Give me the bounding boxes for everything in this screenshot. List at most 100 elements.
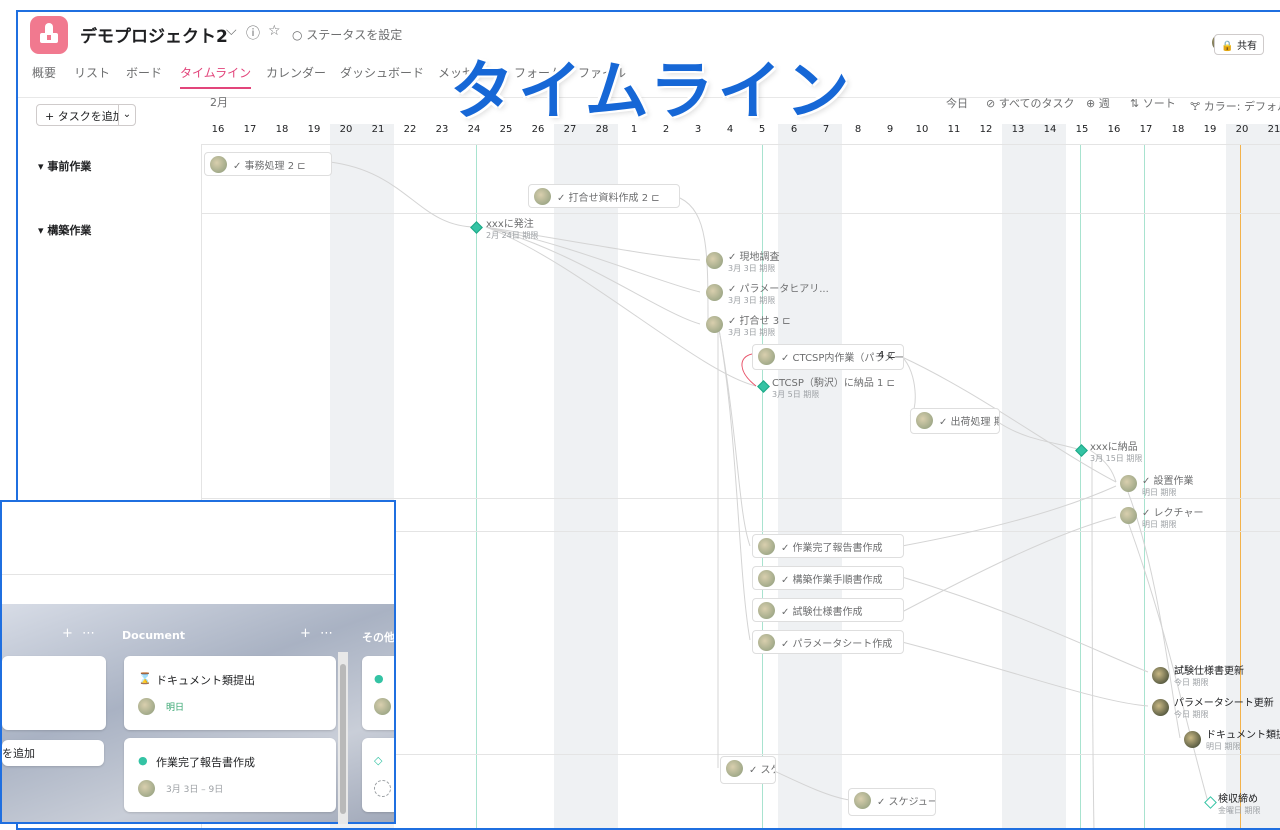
- section-name[interactable]: ▾ 事前作業: [38, 158, 91, 174]
- day-label: 21: [1267, 124, 1280, 135]
- day-label: 12: [979, 124, 993, 135]
- task-label: ✓ スケジュール（...: [877, 797, 936, 808]
- tab-timeline[interactable]: タイムライン: [180, 64, 252, 89]
- due-date: 今日 期限: [1174, 710, 1209, 719]
- tab-overview[interactable]: 概要: [32, 64, 56, 81]
- today-button[interactable]: 今日: [946, 95, 968, 111]
- task-label[interactable]: パラメータシート更新 今日 期限: [1174, 694, 1274, 720]
- avatar: [138, 780, 155, 797]
- task-card[interactable]: ●: [362, 656, 394, 730]
- card-title: 作業完了報告書作成: [156, 756, 255, 769]
- task-title: パラメータシート更新: [1174, 698, 1274, 709]
- overlay-caption: タイムライン: [450, 55, 854, 129]
- add-icon[interactable]: +: [300, 626, 311, 641]
- complete-check-icon[interactable]: ●: [374, 672, 384, 685]
- chevron-down-icon[interactable]: ⌵: [226, 23, 237, 39]
- scrollbar[interactable]: [338, 652, 348, 824]
- zoom-week-button[interactable]: ⊕ 週: [1086, 95, 1110, 111]
- day-label: 25: [499, 124, 513, 135]
- task-label: ✓ 打合せ資料作成 2 ⊏: [557, 193, 660, 204]
- task-bar[interactable]: ✓ 作業完了報告書作成: [752, 534, 904, 558]
- avatar: [1152, 667, 1169, 684]
- add-task-label: を追加: [2, 747, 35, 760]
- more-icon[interactable]: ⋯: [320, 626, 333, 641]
- task-card[interactable]: [2, 656, 106, 730]
- task-label[interactable]: ✓ 設置作業 明日 期限: [1142, 472, 1194, 498]
- task-label[interactable]: ✓ 現地調査 3月 3日 期限: [728, 248, 780, 274]
- due-date: 明日: [166, 703, 185, 713]
- chevron-down-icon: ▾: [38, 160, 48, 173]
- unassigned-avatar-icon[interactable]: [374, 780, 391, 797]
- add-task-button[interactable]: を追加: [2, 740, 104, 766]
- scrollbar-thumb[interactable]: [340, 664, 346, 814]
- milestone-icon[interactable]: ◇: [374, 754, 382, 767]
- avatar: [706, 252, 723, 269]
- task-label: ✓ 作業完了報告書作成: [781, 543, 883, 554]
- task-bar[interactable]: ✓ 事務処理 2 ⊏: [204, 152, 332, 176]
- task-card[interactable]: ◇: [362, 738, 394, 812]
- due-date: 3月 5日 期限: [772, 390, 820, 399]
- day-label: 4: [726, 124, 734, 135]
- add-icon[interactable]: +: [62, 626, 73, 641]
- tab-calendar[interactable]: カレンダー: [266, 64, 326, 81]
- milestone-title: xxxに納品: [1090, 442, 1138, 453]
- task-label: ✓ 事務処理 2 ⊏: [233, 161, 306, 172]
- milestone-line: [476, 144, 477, 828]
- card-title: ドキュメント類提出: [156, 674, 255, 687]
- day-label: 21: [371, 124, 385, 135]
- task-title: ✓ 設置作業: [1142, 476, 1194, 487]
- sort-button[interactable]: ⇅ ソート: [1130, 95, 1176, 111]
- day-label: 28: [595, 124, 609, 135]
- task-label[interactable]: 試験仕様書更新 今日 期限: [1174, 662, 1244, 688]
- tab-board[interactable]: ボード: [126, 64, 162, 81]
- color-button[interactable]: 🝖 カラー: デフォルト: [1190, 95, 1280, 117]
- tab-dashboard[interactable]: ダッシュボード: [340, 64, 424, 81]
- task-bar[interactable]: ✓ パラメータシート作成: [752, 630, 904, 654]
- complete-check-icon[interactable]: ●: [138, 754, 148, 767]
- subtask-count[interactable]: 4 ⊏: [878, 350, 896, 361]
- task-card[interactable]: ⌛ ドキュメント類提出 明日: [124, 656, 336, 730]
- day-label: 9: [886, 124, 894, 135]
- project-logo-icon: [30, 16, 68, 54]
- task-bar[interactable]: ✓ 試験仕様書作成: [752, 598, 904, 622]
- task-card[interactable]: ● 作業完了報告書作成 3月 3日 – 9日: [124, 738, 336, 812]
- column-title[interactable]: Document: [122, 629, 185, 642]
- task-bar[interactable]: ✓ スケ: [720, 756, 776, 784]
- task-label[interactable]: ✓ パラメータヒアリ... 3月 3日 期限: [728, 280, 829, 306]
- task-label: ✓ スケ: [749, 765, 775, 776]
- task-bar[interactable]: ✓ 打合せ資料作成 2 ⊏: [528, 184, 680, 208]
- task-label[interactable]: ✓ 打合せ 3 ⊏ 3月 3日 期限: [728, 312, 791, 338]
- day-label: 16: [211, 124, 225, 135]
- avatar: [706, 284, 723, 301]
- all-tasks-filter[interactable]: ⊘ すべてのタスク: [986, 95, 1075, 111]
- day-label: 14: [1043, 124, 1057, 135]
- task-label[interactable]: ドキュメント類提出明日 期限: [1206, 726, 1280, 752]
- day-label: 19: [307, 124, 321, 135]
- task-bar[interactable]: ✓ 構築作業手順書作成: [752, 566, 904, 590]
- task-label: ✓ 構築作業手順書作成: [781, 575, 883, 586]
- avatar: [210, 156, 227, 173]
- avatar: [726, 760, 743, 777]
- task-bar[interactable]: ✓ 出荷処理 期間: [910, 408, 1000, 434]
- more-icon[interactable]: ⋯: [82, 626, 95, 641]
- avatar: [706, 316, 723, 333]
- day-label: 3: [694, 124, 702, 135]
- day-label: 15: [1075, 124, 1089, 135]
- info-icon[interactable]: ⓘ: [246, 23, 260, 43]
- project-title[interactable]: デモプロジェクト2: [80, 22, 228, 47]
- set-status-button[interactable]: ○ ステータスを設定: [292, 26, 402, 43]
- day-label: 10: [915, 124, 929, 135]
- tab-list[interactable]: リスト: [74, 64, 110, 81]
- avatar: [374, 698, 391, 715]
- task-bar[interactable]: ✓ スケジュール（...: [848, 788, 936, 816]
- share-button[interactable]: 🔒 共有: [1214, 34, 1264, 55]
- column-title[interactable]: その他: [362, 629, 394, 645]
- task-label[interactable]: ✓ レクチャー 明日 期限: [1142, 504, 1203, 530]
- star-icon[interactable]: ☆: [268, 23, 281, 39]
- section-name[interactable]: ▾ 構築作業: [38, 222, 91, 238]
- day-label: 19: [1203, 124, 1217, 135]
- add-task-menu-button[interactable]: ⌄: [118, 104, 136, 126]
- milestone-line: [762, 144, 763, 828]
- task-title: ✓ 打合せ 3 ⊏: [728, 316, 791, 327]
- day-label: 18: [275, 124, 289, 135]
